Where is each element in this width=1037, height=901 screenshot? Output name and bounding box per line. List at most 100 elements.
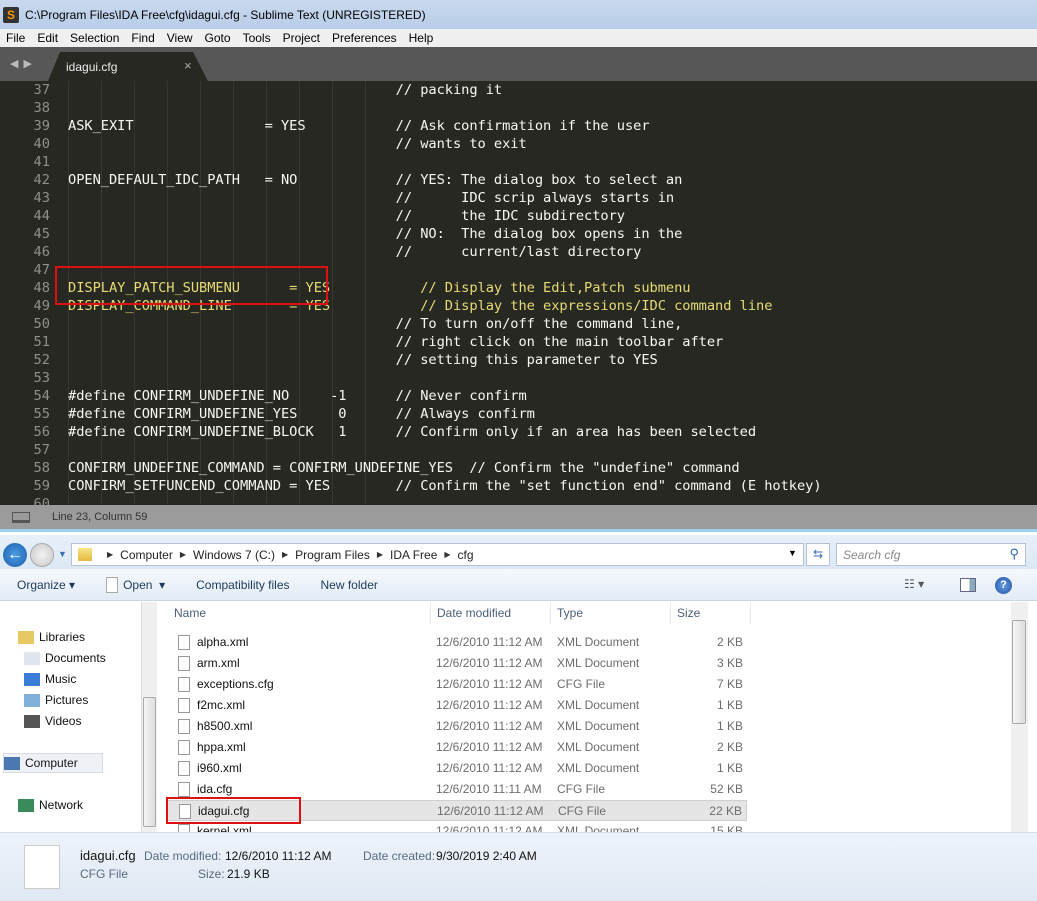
breadcrumb-arrow-icon[interactable]: ▶ bbox=[282, 550, 288, 559]
nav-item-videos[interactable]: Videos bbox=[24, 714, 81, 728]
column-name[interactable]: Name bbox=[160, 602, 431, 624]
file-row[interactable]: h8500.xml 12/6/2010 11:12 AM XML Document 1… bbox=[166, 716, 747, 737]
search-placeholder: Search cfg bbox=[843, 548, 901, 562]
file-row[interactable]: exceptions.cfg 12/6/2010 11:12 AM CFG File… bbox=[166, 674, 747, 695]
code-line[interactable]: // NO: The dialog box opens in the bbox=[68, 225, 822, 243]
address-dropdown-icon[interactable]: ▼ bbox=[788, 548, 797, 558]
file-date: 12/6/2010 11:12 AM bbox=[436, 740, 543, 754]
breadcrumb-windows-7-c-[interactable]: Windows 7 (C:) bbox=[193, 548, 275, 562]
search-input[interactable]: Search cfg ⚲ bbox=[836, 543, 1026, 566]
file-row[interactable]: arm.xml 12/6/2010 11:12 AM XML Document 3 K… bbox=[166, 653, 747, 674]
file-list-scrollbar[interactable] bbox=[1011, 602, 1028, 832]
compatibility-files-button[interactable]: Compatibility files bbox=[179, 578, 303, 592]
nav-item-network[interactable]: Network bbox=[18, 798, 83, 812]
code-line[interactable] bbox=[68, 369, 822, 387]
menu-preferences[interactable]: Preferences bbox=[326, 31, 403, 45]
menu-file[interactable]: File bbox=[0, 31, 31, 45]
nav-scrollbar[interactable] bbox=[141, 602, 157, 832]
file-name: exceptions.cfg bbox=[197, 677, 274, 691]
change-view-icon[interactable]: ☷ ▾ bbox=[904, 577, 924, 591]
refresh-button[interactable]: ⇆ bbox=[806, 543, 830, 566]
menu-tools[interactable]: Tools bbox=[237, 31, 277, 45]
code-editor[interactable]: 37 38 39 40 41 42 43 44 45 46 47 48 49 50 51 52 53 54 55 56… bbox=[0, 81, 1037, 505]
breadcrumb-program-files[interactable]: Program Files bbox=[295, 548, 370, 562]
code-line[interactable]: // right click on the main toolbar after bbox=[68, 333, 822, 351]
file-row[interactable]: alpha.xml 12/6/2010 11:12 AM XML Document 2… bbox=[166, 632, 747, 653]
file-row[interactable]: hppa.xml 12/6/2010 11:12 AM XML Document 2 … bbox=[166, 737, 747, 758]
panel-toggle-icon[interactable] bbox=[12, 511, 30, 523]
menu-project[interactable]: Project bbox=[277, 31, 326, 45]
cursor-position: Line 23, Column 59 bbox=[52, 511, 148, 523]
help-icon[interactable]: ? bbox=[995, 577, 1012, 594]
column-type[interactable]: Type bbox=[551, 602, 671, 624]
detail-modified-label: Date modified: bbox=[144, 849, 222, 863]
menu-selection[interactable]: Selection bbox=[64, 31, 125, 45]
breadcrumb-arrow-icon[interactable]: ▶ bbox=[107, 550, 113, 559]
line-number: 41 bbox=[33, 154, 50, 170]
file-type: CFG File bbox=[557, 782, 605, 796]
forward-button[interactable] bbox=[30, 543, 54, 567]
menu-find[interactable]: Find bbox=[125, 31, 160, 45]
breadcrumb-cfg[interactable]: cfg bbox=[458, 548, 474, 562]
code-line[interactable]: // wants to exit bbox=[68, 135, 822, 153]
code-line[interactable]: ASK_EXIT = YES // Ask confirmation if th… bbox=[68, 117, 822, 135]
code-line[interactable]: // IDC scrip always starts in bbox=[68, 189, 822, 207]
file-name: f2mc.xml bbox=[197, 698, 245, 712]
file-row[interactable]: i960.xml 12/6/2010 11:12 AM XML Document 1 … bbox=[166, 758, 747, 779]
explorer-toolbar: Organize ▾ Open ▾ Compatibility files Ne… bbox=[0, 569, 1037, 601]
file-size: 1 KB bbox=[716, 719, 743, 733]
nav-item-pictures[interactable]: Pictures bbox=[24, 693, 88, 707]
menu-goto[interactable]: Goto bbox=[199, 31, 237, 45]
breadcrumb-ida-free[interactable]: IDA Free bbox=[390, 548, 437, 562]
nav-item-computer[interactable]: Computer bbox=[3, 753, 103, 773]
code-line[interactable]: // To turn on/off the command line, bbox=[68, 315, 822, 333]
file-scroll-thumb[interactable] bbox=[1012, 620, 1026, 724]
code-line[interactable]: #define CONFIRM_UNDEFINE_BLOCK 1 // Conf… bbox=[68, 423, 822, 441]
code-line[interactable]: CONFIRM_UNDEFINE_COMMAND = CONFIRM_UNDEF… bbox=[68, 459, 822, 477]
code-line[interactable]: // packing it bbox=[68, 81, 822, 99]
file-icon bbox=[178, 698, 190, 713]
menu-edit[interactable]: Edit bbox=[31, 31, 64, 45]
organize-button[interactable]: Organize ▾ bbox=[0, 578, 89, 592]
code-line[interactable]: #define CONFIRM_UNDEFINE_NO -1 // Never … bbox=[68, 387, 822, 405]
back-button[interactable]: ← bbox=[3, 543, 27, 567]
code-line[interactable] bbox=[68, 99, 822, 117]
search-icon[interactable]: ⚲ bbox=[1009, 546, 1019, 562]
open-button[interactable]: Open ▾ bbox=[89, 576, 179, 593]
column-size[interactable]: Size bbox=[671, 602, 751, 624]
recent-pages-dropdown-icon[interactable]: ▼ bbox=[58, 549, 67, 559]
nav-item-libraries[interactable]: Libraries bbox=[18, 630, 85, 644]
file-icon bbox=[178, 635, 190, 650]
code-line[interactable] bbox=[68, 153, 822, 171]
column-date-modified[interactable]: Date modified bbox=[431, 602, 551, 624]
breadcrumb-arrow-icon[interactable]: ▶ bbox=[377, 550, 383, 559]
tab-nav-arrows-icon[interactable]: ◀ ▶ bbox=[10, 57, 33, 70]
detail-created-label: Date created: bbox=[363, 849, 436, 863]
preview-pane-icon[interactable] bbox=[960, 578, 976, 592]
code-line[interactable]: // the IDC subdirectory bbox=[68, 207, 822, 225]
breadcrumb-arrow-icon[interactable]: ▶ bbox=[444, 550, 450, 559]
menu-help[interactable]: Help bbox=[403, 31, 440, 45]
menu-view[interactable]: View bbox=[161, 31, 199, 45]
code-line[interactable]: // current/last directory bbox=[68, 243, 822, 261]
code-line[interactable]: OPEN_DEFAULT_IDC_PATH = NO // YES: The d… bbox=[68, 171, 822, 189]
file-row[interactable]: f2mc.xml 12/6/2010 11:12 AM XML Document 1 … bbox=[166, 695, 747, 716]
nav-scroll-thumb[interactable] bbox=[143, 697, 156, 827]
code-line[interactable] bbox=[68, 495, 822, 505]
code-line[interactable]: // setting this parameter to YES bbox=[68, 351, 822, 369]
file-date: 12/6/2010 11:11 AM bbox=[436, 782, 542, 796]
nav-item-music[interactable]: Music bbox=[24, 672, 76, 686]
file-size: 7 KB bbox=[716, 677, 743, 691]
address-bar[interactable]: ▶ Computer ▶ Windows 7 (C:) ▶ Program Files ▶ I… bbox=[71, 543, 804, 566]
nav-label: Music bbox=[45, 672, 77, 686]
code-line[interactable] bbox=[68, 441, 822, 459]
tab-idagui-cfg[interactable]: idagui.cfg × bbox=[48, 52, 208, 81]
line-number-gutter: 37 38 39 40 41 42 43 44 45 46 47 48 49 50 51 52 53 54 55 56… bbox=[0, 81, 50, 505]
close-icon[interactable]: × bbox=[184, 58, 192, 73]
new-folder-button[interactable]: New folder bbox=[304, 578, 392, 592]
code-line[interactable]: #define CONFIRM_UNDEFINE_YES 0 // Always… bbox=[68, 405, 822, 423]
nav-item-documents[interactable]: Documents bbox=[24, 651, 106, 665]
breadcrumb-arrow-icon[interactable]: ▶ bbox=[180, 550, 186, 559]
breadcrumb-computer[interactable]: Computer bbox=[120, 548, 173, 562]
code-line[interactable]: CONFIRM_SETFUNCEND_COMMAND = YES // Conf… bbox=[68, 477, 822, 495]
